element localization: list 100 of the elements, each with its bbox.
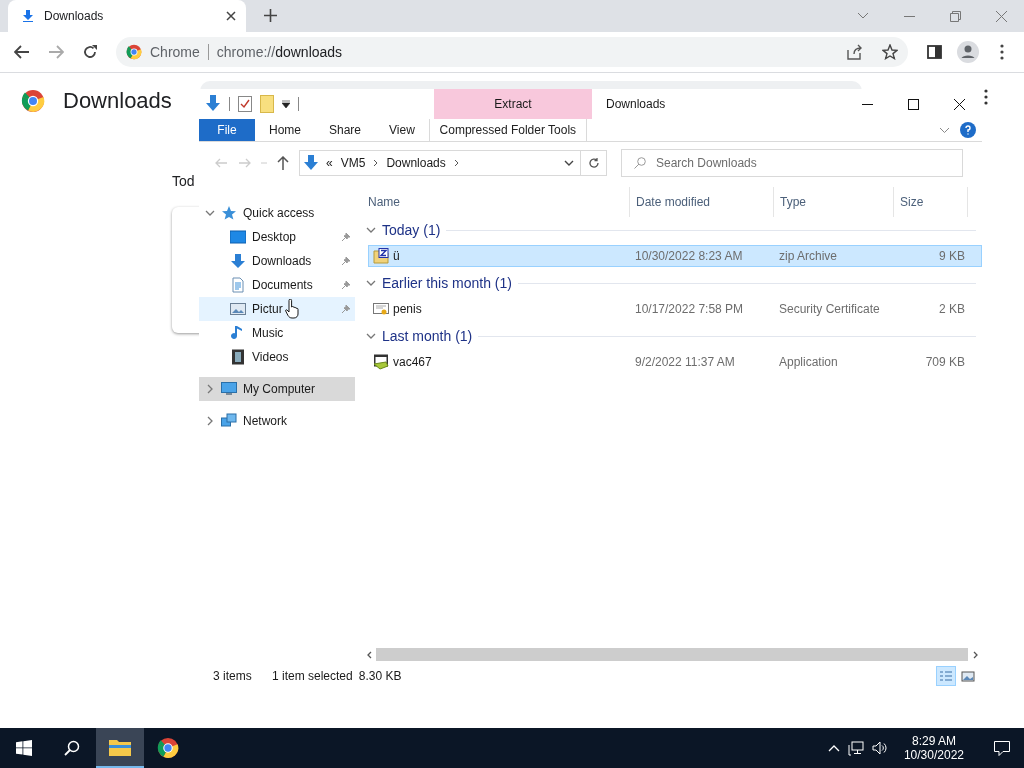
file-size: 709 KB <box>924 355 966 369</box>
group-toggle-icon[interactable] <box>366 225 376 235</box>
chevron-up-icon[interactable] <box>827 744 840 752</box>
close-icon[interactable] <box>953 98 965 110</box>
group-header[interactable]: Earlier this month (1) <box>382 275 512 291</box>
context-tab-label: Extract <box>494 97 532 111</box>
breadcrumb-item[interactable]: Downloads <box>386 156 446 170</box>
address-bar[interactable]: Chrome chrome://downloads <box>116 37 908 67</box>
file-row[interactable]: ü 10/30/2022 8:23 AM zip Archive 9 KB <box>368 245 982 267</box>
dropdown-icon[interactable] <box>282 100 290 108</box>
expand-chevron-icon[interactable] <box>205 384 215 394</box>
scroll-right-icon[interactable] <box>972 650 978 659</box>
page-title: Downloads <box>63 88 172 114</box>
file-row[interactable]: vac467 9/2/2022 11:37 AM Application 709 KB <box>368 351 982 373</box>
ribbon-tab[interactable]: Compressed Folder Tools <box>428 119 587 141</box>
browser-tab[interactable]: Downloads <box>8 0 246 32</box>
desktop-icon <box>230 229 246 245</box>
folder-icon <box>109 738 131 756</box>
nav-item[interactable]: My Computer <box>199 377 355 401</box>
ribbon-tab[interactable]: File <box>199 119 255 141</box>
nav-item[interactable]: Music <box>199 321 355 345</box>
search-icon <box>64 740 80 756</box>
chrome-logo-icon <box>21 89 45 113</box>
search-box[interactable]: Search Downloads <box>621 149 963 177</box>
file-row[interactable]: penis 10/17/2022 7:58 PM Security Certificate 2 KB <box>368 298 982 320</box>
minimize-icon[interactable] <box>861 103 873 105</box>
pin-icon[interactable] <box>341 256 351 266</box>
nav-item[interactable]: Quick access <box>199 201 355 225</box>
breadcrumb-item[interactable]: VM5 <box>340 156 366 170</box>
close-icon[interactable] <box>226 11 236 21</box>
taskbar-app[interactable] <box>96 728 144 768</box>
hand-cursor-icon <box>285 299 299 319</box>
expand-chevron-icon[interactable] <box>205 416 215 426</box>
file-size: 2 KB <box>938 302 966 316</box>
date-modified: 10/30/2022 8:23 AM <box>634 249 744 263</box>
expand-chevron-icon[interactable] <box>205 208 215 218</box>
side-panel-icon[interactable] <box>926 45 942 59</box>
nav-item[interactable]: Pictur <box>199 297 355 321</box>
refresh-button[interactable] <box>581 150 607 176</box>
chevron-right-icon[interactable] <box>453 159 459 167</box>
group-header[interactable]: Today (1) <box>382 222 441 238</box>
download-arrow-icon <box>230 253 246 269</box>
document-icon <box>230 277 246 293</box>
selection-size: 8.30 KB <box>358 669 402 683</box>
menu-icon[interactable] <box>984 89 988 105</box>
pin-icon[interactable] <box>341 232 351 242</box>
back-arrow-icon[interactable] <box>14 45 30 59</box>
pin-icon[interactable] <box>341 280 351 290</box>
dropdown-icon[interactable] <box>564 160 574 166</box>
nav-item[interactable]: Desktop <box>199 225 355 249</box>
application-icon <box>373 354 389 370</box>
search-icon <box>634 157 646 169</box>
scroll-left-icon[interactable] <box>366 650 372 659</box>
maximize-icon[interactable] <box>907 98 919 110</box>
chrome-icon <box>157 737 179 759</box>
star-icon[interactable] <box>882 44 898 60</box>
properties-icon[interactable] <box>238 96 252 112</box>
share-icon[interactable] <box>846 44 862 60</box>
ribbon-tab[interactable]: Share <box>315 119 376 141</box>
url-text: chrome://downloads <box>216 44 343 60</box>
chevron-right-icon[interactable] <box>373 159 379 167</box>
site-label: Chrome <box>150 44 200 60</box>
profile-avatar-icon[interactable] <box>957 41 979 63</box>
column-header[interactable]: Date modified <box>636 195 711 209</box>
date-modified: 10/17/2022 7:58 PM <box>634 302 745 316</box>
chrome-icon <box>126 44 142 60</box>
menu-icon[interactable] <box>1000 44 1004 60</box>
network-icon[interactable] <box>847 740 864 756</box>
notification-icon[interactable] <box>994 740 1010 756</box>
nav-item[interactable]: Documents <box>199 273 355 297</box>
group-header[interactable]: Last month (1) <box>382 328 473 344</box>
reload-icon[interactable] <box>82 44 98 60</box>
item-count: 3 items <box>213 669 253 683</box>
speaker-icon[interactable] <box>871 741 888 755</box>
nav-item[interactable]: Downloads <box>199 249 355 273</box>
nav-item[interactable]: Videos <box>199 345 355 369</box>
restore-icon[interactable] <box>949 10 961 22</box>
expand-ribbon-icon[interactable] <box>939 126 950 134</box>
nav-item[interactable]: Network <box>199 409 355 433</box>
chevron-down-icon[interactable] <box>857 12 869 20</box>
new-tab-icon[interactable] <box>264 9 277 22</box>
ribbon-tab[interactable]: View <box>375 119 429 141</box>
help-icon[interactable] <box>960 122 976 138</box>
download-icon <box>22 10 34 22</box>
download-arrow-icon[interactable] <box>205 95 221 113</box>
up-arrow-icon[interactable] <box>277 156 289 170</box>
file-name: ü <box>393 249 400 263</box>
group-toggle-icon[interactable] <box>366 331 376 341</box>
file-type: zip Archive <box>778 249 839 263</box>
clock[interactable]: 8:29 AM 10/30/2022 <box>895 734 972 762</box>
address-field[interactable]: « VM5 Downloads <box>299 150 581 176</box>
column-header[interactable]: Size <box>900 195 924 209</box>
group-toggle-icon[interactable] <box>366 278 376 288</box>
ribbon-tab[interactable]: Home <box>255 119 315 141</box>
breadcrumb-overflow[interactable]: « <box>326 156 333 170</box>
file-type: Application <box>778 355 839 369</box>
file-type: Security Certificate <box>778 302 881 316</box>
refresh-icon[interactable] <box>587 157 600 169</box>
column-header[interactable]: Name <box>368 195 400 209</box>
column-header[interactable]: Type <box>780 195 806 209</box>
